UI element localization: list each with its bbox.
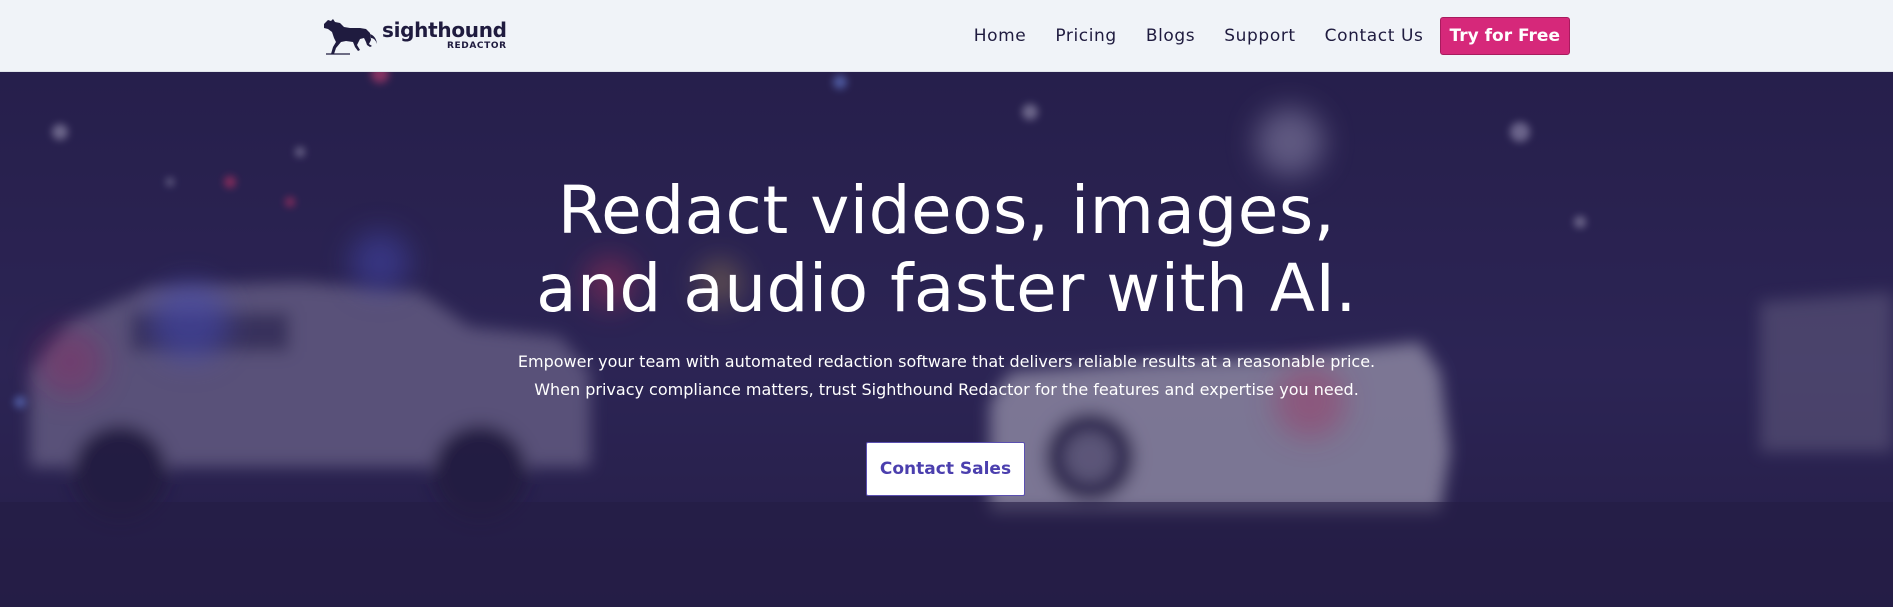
greyhound-logo-icon <box>324 19 377 55</box>
nav-item-support[interactable]: Support <box>1224 26 1295 46</box>
brand-wordmark: sighthound REDACTOR <box>382 20 507 51</box>
contact-sales-button[interactable]: Contact Sales <box>866 442 1025 496</box>
hero-subtitle-line-2: When privacy compliance matters, trust S… <box>534 380 1359 399</box>
nav-item-home[interactable]: Home <box>974 26 1027 46</box>
brand-subtitle: REDACTOR <box>447 40 507 51</box>
brand-logo[interactable]: sighthound REDACTOR <box>320 14 507 56</box>
nav-item-pricing[interactable]: Pricing <box>1055 26 1117 46</box>
brand-name: sighthound <box>382 17 507 42</box>
nav-item-blogs[interactable]: Blogs <box>1146 26 1195 46</box>
site-header: sighthound REDACTOR Home Pricing Blogs S… <box>0 0 1893 72</box>
nav-item-contact-us[interactable]: Contact Us <box>1325 26 1424 46</box>
hero-subtitle-line-1: Empower your team with automated redacti… <box>517 352 1376 371</box>
main-nav: Home Pricing Blogs Support Contact Us Tr… <box>974 0 1570 72</box>
hero-content: Redact videos, images, and audio faster … <box>0 72 1893 607</box>
hero-section: Redact videos, images, and audio faster … <box>0 72 1893 607</box>
hero-title: Redact videos, images, and audio faster … <box>0 172 1893 328</box>
try-for-free-button[interactable]: Try for Free <box>1439 17 1570 55</box>
hero-title-line-1: Redact videos, images, <box>557 172 1336 249</box>
hero-title-line-2: and audio faster with AI. <box>536 250 1357 327</box>
hero-subtitle: Empower your team with automated redacti… <box>0 348 1893 404</box>
